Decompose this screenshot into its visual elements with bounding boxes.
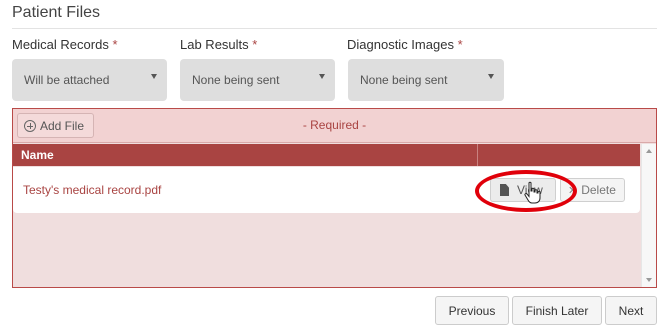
view-label: View bbox=[517, 183, 543, 197]
section-divider bbox=[12, 28, 657, 29]
required-mark: * bbox=[112, 37, 118, 52]
file-icon bbox=[500, 184, 509, 196]
medical-records-label: Medical Records * bbox=[12, 37, 118, 52]
medical-records-value: Will be attached bbox=[24, 73, 110, 87]
caret-down-icon bbox=[319, 74, 325, 79]
file-name-link[interactable]: Testy's medical record.pdf bbox=[23, 183, 161, 197]
column-header-name: Name bbox=[21, 148, 54, 162]
table-row: Testy's medical record.pdf View ✕ Delete bbox=[13, 167, 640, 213]
lab-results-value: None being sent bbox=[192, 73, 280, 87]
required-mark: * bbox=[457, 37, 463, 52]
next-button[interactable]: Next bbox=[605, 296, 657, 325]
lab-results-label-text: Lab Results bbox=[180, 37, 249, 52]
files-table-header: Name bbox=[13, 144, 640, 166]
diagnostic-images-select[interactable]: None being sent bbox=[348, 59, 504, 101]
files-panel: Add File - Required - Name Testy's medic… bbox=[12, 108, 657, 288]
delete-label: Delete bbox=[581, 183, 616, 197]
diagnostic-images-value: None being sent bbox=[360, 73, 448, 87]
delete-button[interactable]: ✕ Delete bbox=[560, 178, 625, 202]
required-mark: * bbox=[252, 37, 258, 52]
finish-later-button[interactable]: Finish Later bbox=[512, 296, 602, 325]
required-notice: - Required - bbox=[302, 118, 367, 132]
scroll-up-arrow-icon[interactable] bbox=[646, 149, 652, 153]
caret-down-icon bbox=[151, 74, 157, 79]
section-title: Patient Files bbox=[12, 4, 101, 21]
diagnostic-images-label: Diagnostic Images * bbox=[347, 37, 463, 52]
lab-results-select[interactable]: None being sent bbox=[180, 59, 335, 101]
caret-down-icon bbox=[488, 74, 494, 79]
view-button[interactable]: View bbox=[490, 178, 556, 202]
scroll-down-arrow-icon[interactable] bbox=[646, 278, 652, 282]
files-toolbar: Add File - Required - bbox=[13, 109, 656, 143]
diagnostic-images-label-text: Diagnostic Images bbox=[347, 37, 454, 52]
lab-results-label: Lab Results * bbox=[180, 37, 257, 52]
files-scrollbar[interactable] bbox=[641, 144, 656, 287]
column-divider bbox=[477, 144, 478, 166]
x-icon: ✕ bbox=[568, 184, 578, 197]
medical-records-label-text: Medical Records bbox=[12, 37, 109, 52]
previous-button[interactable]: Previous bbox=[435, 296, 509, 325]
medical-records-select[interactable]: Will be attached bbox=[12, 59, 167, 101]
